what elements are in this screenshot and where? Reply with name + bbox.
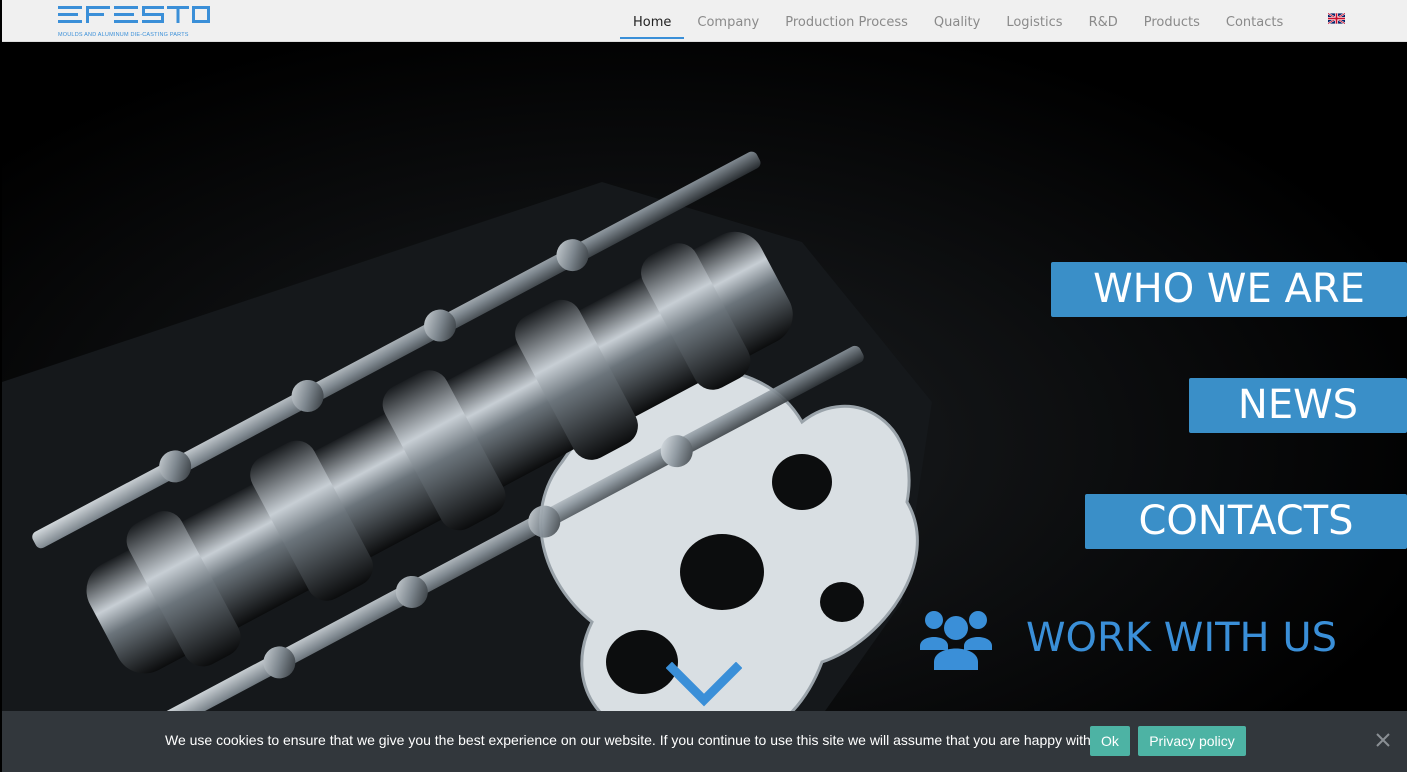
cookie-notice: We use cookies to ensure that we give yo…	[2, 711, 1407, 772]
work-with-us-label: WORK WITH US	[1026, 615, 1338, 661]
site-logo[interactable]: MOULDS AND ALUMINUM DIE-CASTING PARTS	[56, 3, 212, 39]
site-header: MOULDS AND ALUMINUM DIE-CASTING PARTS Ho…	[2, 0, 1407, 42]
nav-item-home[interactable]: Home	[620, 3, 685, 39]
nav-item-products[interactable]: Products	[1131, 3, 1213, 39]
hero-section: WHO WE ARE NEWS CONTACTS WORK WITH US	[2, 42, 1407, 772]
page: MOULDS AND ALUMINUM DIE-CASTING PARTS Ho…	[0, 0, 1407, 772]
nav-item-logistics[interactable]: Logistics	[993, 3, 1075, 39]
nav-item-company[interactable]: Company	[684, 3, 772, 39]
work-with-us-link[interactable]: WORK WITH US	[920, 602, 1337, 674]
nav-item-production-process[interactable]: Production Process	[772, 3, 921, 39]
news-button[interactable]: NEWS	[1189, 378, 1407, 433]
privacy-policy-button[interactable]: Privacy policy	[1138, 726, 1246, 756]
nav-item-quality[interactable]: Quality	[921, 3, 993, 39]
cookie-notice-text: We use cookies to ensure that we give yo…	[165, 732, 1106, 748]
uk-flag-icon[interactable]	[1328, 13, 1345, 24]
main-nav: Home Company Production Process Quality …	[620, 0, 1296, 42]
close-icon[interactable]	[1374, 731, 1392, 749]
chevron-down-icon[interactable]	[666, 662, 742, 708]
contacts-button[interactable]: CONTACTS	[1085, 494, 1407, 549]
who-we-are-button[interactable]: WHO WE ARE	[1051, 262, 1407, 317]
cookie-ok-button[interactable]: Ok	[1090, 726, 1130, 756]
nav-item-rd[interactable]: R&D	[1076, 3, 1131, 39]
logo-tagline: MOULDS AND ALUMINUM DIE-CASTING PARTS	[58, 32, 189, 38]
nav-item-contacts[interactable]: Contacts	[1213, 3, 1296, 39]
users-group-icon	[920, 611, 992, 670]
